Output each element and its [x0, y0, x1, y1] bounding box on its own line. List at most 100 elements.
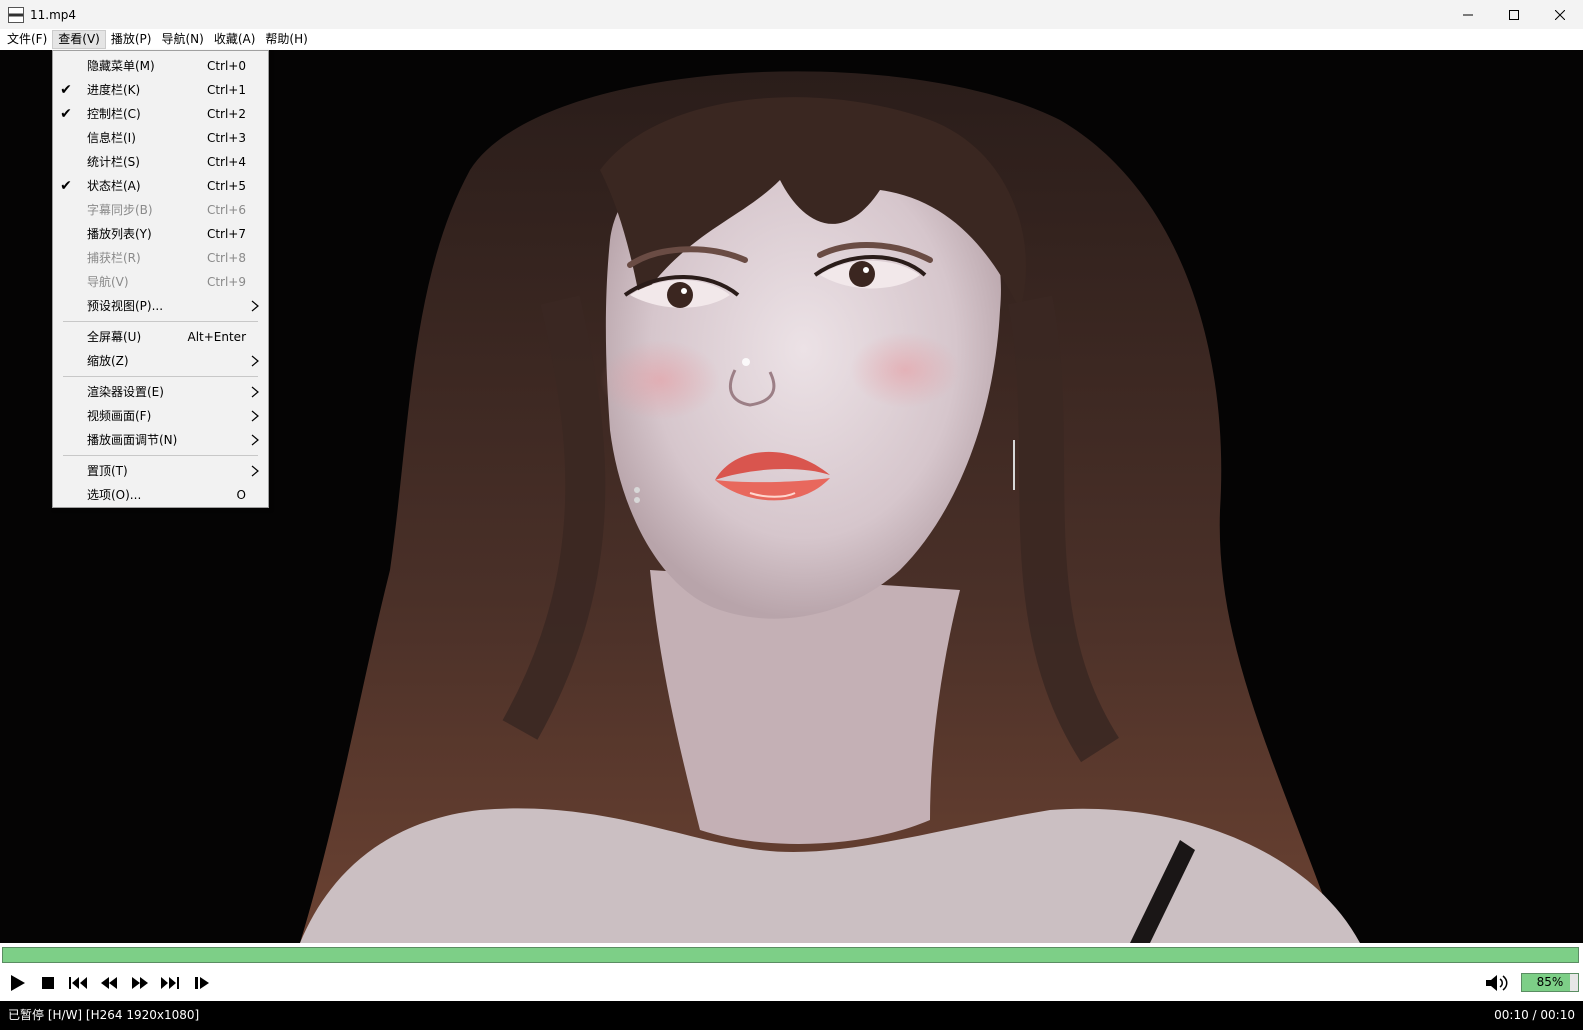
- menu-bar: 文件(F) 查看(V) 播放(P) 导航(N) 收藏(A) 帮助(H): [0, 29, 1583, 50]
- menu-item-shortcut: Ctrl+7: [206, 227, 246, 241]
- view-menu-item[interactable]: 缩放(Z): [53, 349, 268, 373]
- window-controls: [1445, 0, 1583, 29]
- menu-item[interactable]: 文件(F): [2, 30, 52, 49]
- volume-slider[interactable]: 85%: [1521, 973, 1579, 992]
- menu-item-shortcut: Ctrl+6: [206, 203, 246, 217]
- menu-item-label: 统计栏(S): [87, 155, 140, 169]
- fast-forward-button[interactable]: [128, 972, 152, 994]
- chevron-right-icon: [251, 300, 259, 312]
- view-menu-item[interactable]: ✔ 进度栏(K) Ctrl+1: [53, 78, 268, 102]
- rewind-icon: [101, 977, 117, 989]
- skip-previous-icon: [69, 977, 87, 989]
- stop-icon: [42, 977, 54, 989]
- frame-step-icon: [195, 977, 209, 989]
- menu-item[interactable]: 帮助(H): [260, 30, 312, 49]
- control-bar: 85%: [0, 965, 1583, 1001]
- checkmark-icon: ✔: [60, 178, 72, 194]
- menu-item-label: 信息栏(I): [87, 131, 136, 145]
- skip-next-icon: [161, 977, 179, 989]
- menu-item-label: 选项(O)...: [87, 488, 142, 502]
- previous-button[interactable]: [66, 972, 90, 994]
- next-button[interactable]: [158, 972, 182, 994]
- checkmark-icon: ✔: [60, 82, 72, 98]
- menu-item-shortcut: Ctrl+2: [206, 107, 246, 121]
- seek-bar[interactable]: [2, 947, 1579, 963]
- menu-item-shortcut: Ctrl+5: [206, 179, 246, 193]
- view-menu-item: 导航(V) Ctrl+9: [53, 270, 268, 294]
- menu-item-shortcut: Ctrl+9: [206, 275, 246, 289]
- view-menu-item[interactable]: 隐藏菜单(M) Ctrl+0: [53, 54, 268, 78]
- view-menu-item: 字幕同步(B) Ctrl+6: [53, 198, 268, 222]
- title-bar: 11.mp4: [0, 0, 1583, 29]
- menu-item[interactable]: 导航(N): [156, 30, 208, 49]
- menu-item-label: 预设视图(P)...: [87, 299, 164, 313]
- menu-item-label: 播放列表(Y): [87, 227, 152, 241]
- menu-item-shortcut: Ctrl+3: [206, 131, 246, 145]
- minimize-button[interactable]: [1445, 0, 1491, 29]
- view-menu-item: 捕获栏(R) Ctrl+8: [53, 246, 268, 270]
- close-icon: [1555, 9, 1565, 20]
- menu-item-label: 渲染器设置(E): [87, 385, 164, 399]
- menu-item-label: 控制栏(C): [87, 107, 141, 121]
- view-menu-item[interactable]: 预设视图(P)...: [53, 294, 268, 318]
- menu-item-shortcut: O: [236, 488, 246, 502]
- menu-item[interactable]: 查看(V): [52, 30, 106, 49]
- chevron-right-icon: [251, 386, 259, 398]
- menu-item-shortcut: Ctrl+8: [206, 251, 246, 265]
- menu-item[interactable]: 收藏(A): [209, 30, 261, 49]
- view-menu-item[interactable]: 视频画面(F): [53, 404, 268, 428]
- menu-item-label: 视频画面(F): [87, 409, 152, 423]
- menu-item-label: 全屏幕(U): [87, 330, 142, 344]
- view-menu-item[interactable]: 信息栏(I) Ctrl+3: [53, 126, 268, 150]
- playback-time: 00:10 / 00:10: [1494, 1008, 1575, 1022]
- rewind-button[interactable]: [97, 972, 121, 994]
- chevron-right-icon: [251, 355, 259, 367]
- seek-bar-fill: [3, 948, 1578, 962]
- status-bar: 已暂停 [H/W] [H264 1920x1080] 00:10 / 00:10: [0, 1001, 1583, 1030]
- view-menu-item[interactable]: 播放画面调节(N): [53, 428, 268, 452]
- menu-item-label: 隐藏菜单(M): [87, 59, 155, 73]
- menu-item-label: 状态栏(A): [87, 179, 141, 193]
- chevron-right-icon: [251, 410, 259, 422]
- fast-forward-icon: [132, 977, 148, 989]
- close-button[interactable]: [1537, 0, 1583, 29]
- frame-step-button[interactable]: [190, 972, 214, 994]
- menu-item-label: 缩放(Z): [87, 354, 129, 368]
- menu-item-shortcut: Ctrl+0: [206, 59, 246, 73]
- maximize-icon: [1509, 9, 1519, 20]
- view-menu-item[interactable]: ✔ 状态栏(A) Ctrl+5: [53, 174, 268, 198]
- menu-item-label: 播放画面调节(N): [87, 433, 178, 447]
- view-menu-item[interactable]: ✔ 控制栏(C) Ctrl+2: [53, 102, 268, 126]
- menu-item-label: 进度栏(K): [87, 83, 141, 97]
- menu-item-label: 置顶(T): [87, 464, 128, 478]
- menu-item-label: 字幕同步(B): [87, 203, 153, 217]
- menu-item-label: 捕获栏(R): [87, 251, 141, 265]
- minimize-icon: [1463, 14, 1473, 15]
- menu-item[interactable]: 播放(P): [106, 30, 157, 49]
- window-title: 11.mp4: [30, 7, 77, 22]
- view-menu-item[interactable]: 选项(O)... O: [53, 483, 268, 507]
- view-menu-item[interactable]: 统计栏(S) Ctrl+4: [53, 150, 268, 174]
- menu-separator: [53, 318, 268, 325]
- menu-item-shortcut: Ctrl+4: [206, 155, 246, 169]
- menu-separator: [53, 373, 268, 380]
- maximize-button[interactable]: [1491, 0, 1537, 29]
- view-menu-item[interactable]: 全屏幕(U) Alt+Enter: [53, 325, 268, 349]
- view-menu-item[interactable]: 渲染器设置(E): [53, 380, 268, 404]
- view-menu-item[interactable]: 播放列表(Y) Ctrl+7: [53, 222, 268, 246]
- view-menu-item[interactable]: 置顶(T): [53, 459, 268, 483]
- mute-button[interactable]: [1484, 972, 1510, 994]
- menu-separator: [53, 452, 268, 459]
- chevron-right-icon: [251, 465, 259, 477]
- stop-button[interactable]: [36, 972, 60, 994]
- play-button[interactable]: [5, 972, 29, 994]
- playback-status-text: 已暂停 [H/W] [H264 1920x1080]: [8, 1008, 200, 1022]
- menu-item-label: 导航(V): [87, 275, 129, 289]
- play-icon: [11, 975, 25, 991]
- film-clapper-icon: [8, 6, 24, 23]
- volume-label: 85%: [1536, 975, 1564, 989]
- chevron-right-icon: [251, 434, 259, 446]
- seek-bar-row: [0, 943, 1583, 965]
- checkmark-icon: ✔: [60, 106, 72, 122]
- speaker-icon: [1486, 975, 1508, 991]
